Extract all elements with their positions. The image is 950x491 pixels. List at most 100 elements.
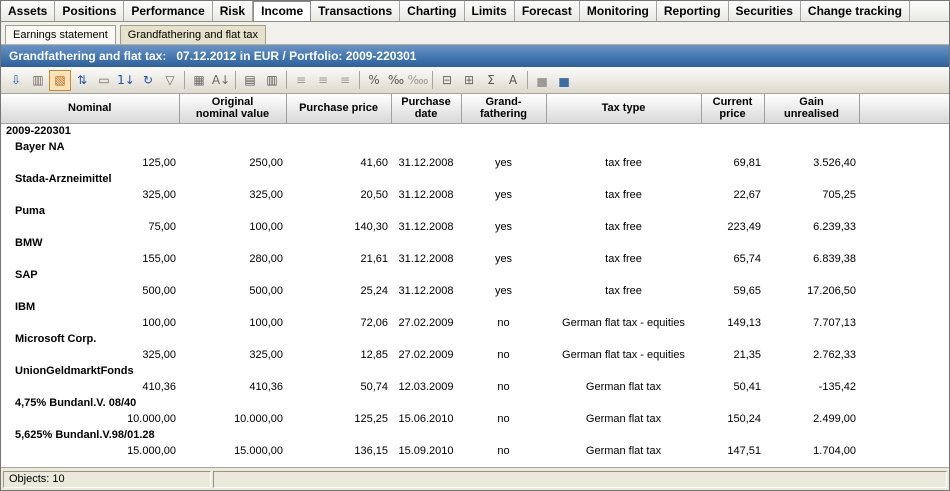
cell-purchase-price: 125,25 xyxy=(286,411,391,427)
column-header-purchase-price[interactable]: Purchase price xyxy=(286,94,391,123)
security-name-row[interactable]: BMW xyxy=(1,235,949,251)
cell-tax-type: German flat tax - equities xyxy=(546,347,701,363)
tab-charting[interactable]: Charting xyxy=(400,1,464,21)
cell-tax-type: tax free xyxy=(546,283,701,299)
cell-nominal: 155,00 xyxy=(1,251,179,267)
freeze-icon: ⊟ xyxy=(442,74,452,86)
sum-button[interactable]: Σ xyxy=(480,70,502,91)
column-header-nominal[interactable]: Nominal xyxy=(1,94,179,123)
tab-securities[interactable]: Securities xyxy=(729,1,801,21)
tab-performance[interactable]: Performance xyxy=(124,1,212,21)
transfer-button[interactable]: ⇅ xyxy=(71,70,93,91)
status-bar: Objects: 10 xyxy=(1,467,949,490)
security-name-row[interactable]: Microsoft Corp. xyxy=(1,331,949,347)
cell-original-nominal-value: 100,00 xyxy=(179,315,286,331)
cell-gain-unrealised: 2.499,00 xyxy=(764,411,859,427)
tab-positions[interactable]: Positions xyxy=(55,1,124,21)
portfolio-group-row[interactable]: 2009-220301 xyxy=(1,123,949,139)
tab-risk[interactable]: Risk xyxy=(213,1,253,21)
column-header-tax-type[interactable]: Tax type xyxy=(546,94,701,123)
cell-purchase-date: 31.12.2008 xyxy=(391,187,461,203)
security-data-row[interactable]: 10.000,0010.000,00125,2515.06.2010noGerm… xyxy=(1,411,949,427)
security-name-row[interactable]: IBM xyxy=(1,299,949,315)
merge-button[interactable]: ⊞ xyxy=(458,70,480,91)
security-data-row[interactable]: 15.000,0015.000,00136,1515.09.2010noGerm… xyxy=(1,443,949,459)
decimal-decrease-button[interactable]: ‱ xyxy=(407,70,429,91)
chart-wizard-button[interactable]: ▧ xyxy=(49,70,71,91)
align-center-button[interactable]: ≡ xyxy=(312,70,334,91)
security-name-row[interactable]: 4,75% Bundanl.V. 08/40 xyxy=(1,395,949,411)
column-header-current-price[interactable]: Current price xyxy=(701,94,764,123)
merge-icon: ⊞ xyxy=(464,74,474,86)
cell-tax-type: tax free xyxy=(546,251,701,267)
cell-gain-unrealised: 7.707,13 xyxy=(764,315,859,331)
security-name-row[interactable]: SAP xyxy=(1,267,949,283)
cell-filler xyxy=(859,347,949,363)
refresh-button[interactable]: ↻ xyxy=(137,70,159,91)
cell-original-nominal-value: 250,00 xyxy=(179,155,286,171)
cell-filler xyxy=(859,443,949,459)
cell-original-nominal-value: 100,00 xyxy=(179,219,286,235)
tab-reporting[interactable]: Reporting xyxy=(657,1,729,21)
cell-tax-type: tax free xyxy=(546,155,701,171)
print-preview-button[interactable]: ▥ xyxy=(261,70,283,91)
cell-purchase-date: 12.03.2009 xyxy=(391,379,461,395)
table-sort-button[interactable]: ▦ xyxy=(188,70,210,91)
sort-az-button[interactable]: A↓ xyxy=(210,70,232,91)
selection-button[interactable]: ▭ xyxy=(93,70,115,91)
security-data-row[interactable]: 325,00325,0012,8527.02.2009noGerman flat… xyxy=(1,347,949,363)
sort-order-icon: 1↓ xyxy=(117,74,135,86)
column-header-original-nominal-value[interactable]: Original nominal value xyxy=(179,94,286,123)
toolbar: ⇩▥▧⇅▭1↓↻▽▦A↓▤▥≡≡≡%‰‱⊟⊞ΣA▅▅ xyxy=(1,67,949,94)
security-data-row[interactable]: 325,00325,0020,5031.12.2008yestax free22… xyxy=(1,187,949,203)
align-right-button[interactable]: ≡ xyxy=(334,70,356,91)
tab-limits[interactable]: Limits xyxy=(465,1,515,21)
print-button[interactable]: ▤ xyxy=(239,70,261,91)
security-data-row[interactable]: 100,00100,0072,0627.02.2009noGerman flat… xyxy=(1,315,949,331)
filter-button[interactable]: ▽ xyxy=(159,70,181,91)
column-header-gain-unrealised[interactable]: Gain unrealised xyxy=(764,94,859,123)
cell-purchase-price: 20,50 xyxy=(286,187,391,203)
cell-nominal: 325,00 xyxy=(1,187,179,203)
chart-colored-button[interactable]: ▅ xyxy=(553,70,575,91)
chart-column-button[interactable]: ▅ xyxy=(531,70,553,91)
tab-income[interactable]: Income xyxy=(253,1,311,22)
cell-tax-type: tax free xyxy=(546,187,701,203)
security-data-row[interactable]: 125,00250,0041,6031.12.2008yestax free69… xyxy=(1,155,949,171)
security-name-row[interactable]: UnionGeldmarktFonds xyxy=(1,363,949,379)
tab-monitoring[interactable]: Monitoring xyxy=(580,1,657,21)
cell-grand-fathering: yes xyxy=(461,251,546,267)
column-header-purchase-date[interactable]: Purchase date xyxy=(391,94,461,123)
decimal-increase-icon: ‰ xyxy=(388,74,404,86)
tab-change-tracking[interactable]: Change tracking xyxy=(801,1,910,21)
decimal-increase-button[interactable]: ‰ xyxy=(385,70,407,91)
security-data-row[interactable]: 75,00100,00140,3031.12.2008yestax free22… xyxy=(1,219,949,235)
column-header-grand-fathering[interactable]: Grand- fathering xyxy=(461,94,546,123)
cell-tax-type: German flat tax xyxy=(546,411,701,427)
security-name: Puma xyxy=(1,203,949,219)
font-button[interactable]: A xyxy=(502,70,524,91)
subtab-grandfathering-and-flat-tax[interactable]: Grandfathering and flat tax xyxy=(120,25,266,44)
security-name-row[interactable]: Bayer NA xyxy=(1,139,949,155)
cell-original-nominal-value: 500,00 xyxy=(179,283,286,299)
sum-icon: Σ xyxy=(487,74,495,86)
security-name-row[interactable]: 5,625% Bundanl.V.98/01.28 xyxy=(1,427,949,443)
sort-order-button[interactable]: 1↓ xyxy=(115,70,137,91)
freeze-button[interactable]: ⊟ xyxy=(436,70,458,91)
security-name-row[interactable]: Stada-Arzneimittel xyxy=(1,171,949,187)
tab-transactions[interactable]: Transactions xyxy=(311,1,400,21)
tab-forecast[interactable]: Forecast xyxy=(515,1,580,21)
security-data-row[interactable]: 500,00500,0025,2431.12.2008yestax free59… xyxy=(1,283,949,299)
cell-grand-fathering: no xyxy=(461,347,546,363)
cell-original-nominal-value: 325,00 xyxy=(179,187,286,203)
import-button[interactable]: ⇩ xyxy=(5,70,27,91)
export-button[interactable]: ▥ xyxy=(27,70,49,91)
subtab-earnings-statement[interactable]: Earnings statement xyxy=(5,25,116,44)
percent-button[interactable]: % xyxy=(363,70,385,91)
cell-nominal: 15.000,00 xyxy=(1,443,179,459)
security-name-row[interactable]: Puma xyxy=(1,203,949,219)
align-left-button[interactable]: ≡ xyxy=(290,70,312,91)
security-data-row[interactable]: 410,36410,3650,7412.03.2009noGerman flat… xyxy=(1,379,949,395)
tab-assets[interactable]: Assets xyxy=(1,1,55,21)
security-data-row[interactable]: 155,00280,0021,6131.12.2008yestax free65… xyxy=(1,251,949,267)
